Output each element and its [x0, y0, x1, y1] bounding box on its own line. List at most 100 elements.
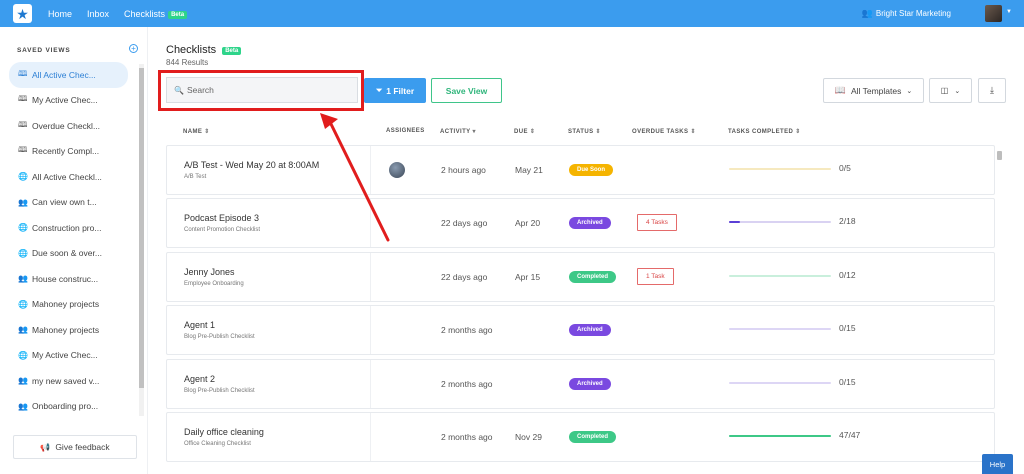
scrollbar-thumb[interactable]: [997, 151, 1002, 160]
book-icon: 🕮: [18, 94, 28, 104]
column-header-status[interactable]: STATUS ⇕: [568, 128, 601, 135]
give-feedback-button[interactable]: 📢 Give feedback: [13, 435, 137, 459]
checklist-template: Employee Onboarding: [184, 280, 244, 287]
sidebar-item-label: Mahoney projects: [32, 324, 100, 335]
sidebar-item-label: Due soon & over...: [32, 248, 102, 259]
download-icon: ⤓: [990, 85, 994, 95]
sort-icon: ⇕: [529, 129, 536, 135]
sidebar-item-label: House construc...: [32, 273, 99, 284]
templates-dropdown[interactable]: 📖 All Templates ⌄: [823, 78, 924, 103]
overdue-tasks-badge[interactable]: 1 Task: [637, 267, 674, 285]
caret-down-icon[interactable]: ▼: [1006, 9, 1012, 15]
sidebar-item-saved-view[interactable]: 🌐 My Active Chec...: [0, 343, 137, 369]
sidebar-item-saved-view[interactable]: 👥 Onboarding pro...: [0, 394, 137, 420]
column-divider: [370, 413, 371, 461]
due-date: May 21: [515, 165, 543, 175]
star-logo-icon[interactable]: ★: [13, 4, 32, 23]
beta-badge: Beta: [168, 10, 188, 19]
filter-icon: ⏷: [375, 85, 383, 95]
megaphone-icon: 📢: [40, 442, 51, 452]
help-button[interactable]: Help: [982, 454, 1013, 474]
sidebar-item-saved-view[interactable]: 🕮 Recently Compl...: [0, 139, 137, 165]
sidebar-item-saved-view[interactable]: 🌐 All Active Checkl...: [0, 164, 137, 190]
column-header-name[interactable]: NAME ⇕: [183, 128, 210, 135]
sort-icon: ⇕: [690, 129, 696, 135]
column-header-due[interactable]: DUE ⇕: [514, 128, 535, 135]
sort-desc-icon: ▾: [472, 129, 476, 135]
user-avatar[interactable]: [985, 5, 1002, 22]
checklist-name[interactable]: Jenny Jones: [184, 267, 235, 277]
chevron-down-icon: ⌄: [906, 87, 913, 95]
add-saved-view-icon[interactable]: +: [129, 44, 138, 53]
table-row[interactable]: Agent 2 Blog Pre-Publish Checklist 2 month…: [166, 358, 995, 409]
checklist-name[interactable]: Daily office cleaning: [184, 427, 264, 437]
table-row[interactable]: Podcast Episode 3 Content Promotion Check…: [166, 198, 995, 249]
sort-icon: ⇕: [795, 129, 801, 135]
checklist-template: Office Cleaning Checklist: [184, 441, 251, 447]
sidebar-item-saved-view[interactable]: 👥 Can view own t...: [0, 190, 137, 216]
organization-switcher[interactable]: 👥 Bright Star Marketing: [862, 0, 951, 27]
book-icon: 🕮: [18, 119, 28, 129]
column-header-assignees: ASSIGNEES: [386, 128, 425, 134]
sidebar-item-saved-view[interactable]: 🌐 Mahoney projects: [0, 292, 137, 318]
nav-home-link[interactable]: Home: [48, 9, 72, 19]
column-header-activity[interactable]: ACTIVITY ▾: [440, 128, 476, 135]
nav-inbox-link[interactable]: Inbox: [87, 9, 109, 19]
sidebar-item-label: my new saved v...: [32, 375, 100, 386]
sidebar-item-saved-view[interactable]: 👥 my new saved v...: [0, 368, 137, 394]
table-row[interactable]: Agent 1 Blog Pre-Publish Checklist 2 month…: [166, 305, 995, 356]
search-field[interactable]: 🔍: [166, 77, 358, 103]
save-view-button[interactable]: Save View: [431, 78, 502, 103]
sidebar-item-saved-view[interactable]: 🕮 All Active Chec...: [9, 62, 128, 88]
sidebar-item-saved-view[interactable]: 👥 Mahoney projects: [0, 317, 137, 343]
column-header-overdue-tasks[interactable]: OVERDUE TASKS ⇕: [632, 128, 696, 135]
sidebar-item-saved-view[interactable]: 🕮 My Active Chec...: [0, 88, 137, 114]
status-badge: Archived: [569, 217, 611, 230]
checklist-name[interactable]: Agent 1: [184, 320, 215, 330]
table-row[interactable]: Daily office cleaning Office Cleaning Che…: [166, 412, 995, 462]
sidebar-item-saved-view[interactable]: 🌐 Construction pro...: [0, 215, 137, 241]
overdue-tasks-badge[interactable]: 4 Tasks: [637, 214, 677, 232]
progress-bar: [729, 168, 831, 170]
checklist-name[interactable]: Agent 2: [184, 374, 215, 384]
users-icon: 👥: [18, 325, 28, 335]
saved-views-title: SAVED VIEWS: [17, 47, 71, 54]
sidebar-item-label: Recently Compl...: [32, 146, 100, 157]
columns-dropdown[interactable]: ◫ ⌄: [929, 78, 972, 103]
tasks-completed-count: 2/18: [839, 216, 856, 227]
column-divider: [370, 199, 371, 248]
assignee-avatar[interactable]: [389, 162, 405, 178]
globe-icon: 🌐: [18, 350, 28, 360]
column-header-tasks-completed[interactable]: TASKS COMPLETED ⇕: [728, 128, 801, 135]
tasks-completed-count: 0/15: [839, 376, 856, 387]
table-row[interactable]: A/B Test - Wed May 20 at 8:00AM A/B Test 2…: [166, 145, 995, 195]
activity-time: 2 months ago: [441, 378, 493, 389]
nav-checklists-link[interactable]: Checklists Beta: [124, 9, 188, 19]
filter-label: 1 Filter: [386, 85, 415, 96]
search-input[interactable]: [186, 85, 347, 95]
sidebar-item-label: My Active Chec...: [32, 95, 98, 106]
checklist-name[interactable]: Podcast Episode 3: [184, 213, 259, 223]
table-scrollbar[interactable]: [996, 145, 1004, 465]
activity-time: 22 days ago: [441, 218, 488, 229]
sidebar-item-label: My Active Chec...: [32, 350, 98, 361]
scrollbar-thumb[interactable]: [139, 68, 144, 388]
sidebar-item-label: All Active Chec...: [32, 69, 96, 80]
book-icon: 📖: [834, 85, 846, 95]
globe-icon: 🌐: [18, 223, 28, 233]
sidebar-item-saved-view[interactable]: 🕮 Overdue Checkl...: [0, 113, 137, 139]
sidebar-scrollbar[interactable]: [139, 64, 144, 416]
sidebar-item-saved-view[interactable]: 👥 House construc...: [0, 266, 137, 292]
column-header-name-label: NAME: [183, 129, 203, 135]
filter-button[interactable]: ⏷ 1 Filter: [364, 78, 426, 103]
table-row[interactable]: Jenny Jones Employee Onboarding 22 days ag…: [166, 251, 995, 302]
tasks-completed-count: 0/5: [839, 163, 851, 173]
search-highlight-box: 🔍: [158, 70, 364, 111]
sort-icon: ⇕: [595, 129, 601, 135]
sidebar-item-saved-view[interactable]: 🌐 Due soon & over...: [0, 241, 137, 267]
activity-time: 22 days ago: [441, 271, 488, 282]
column-divider: [370, 146, 371, 194]
download-button[interactable]: ⤓: [978, 78, 1006, 103]
progress-bar: [729, 381, 831, 384]
checklist-name[interactable]: A/B Test - Wed May 20 at 8:00AM: [184, 160, 319, 170]
